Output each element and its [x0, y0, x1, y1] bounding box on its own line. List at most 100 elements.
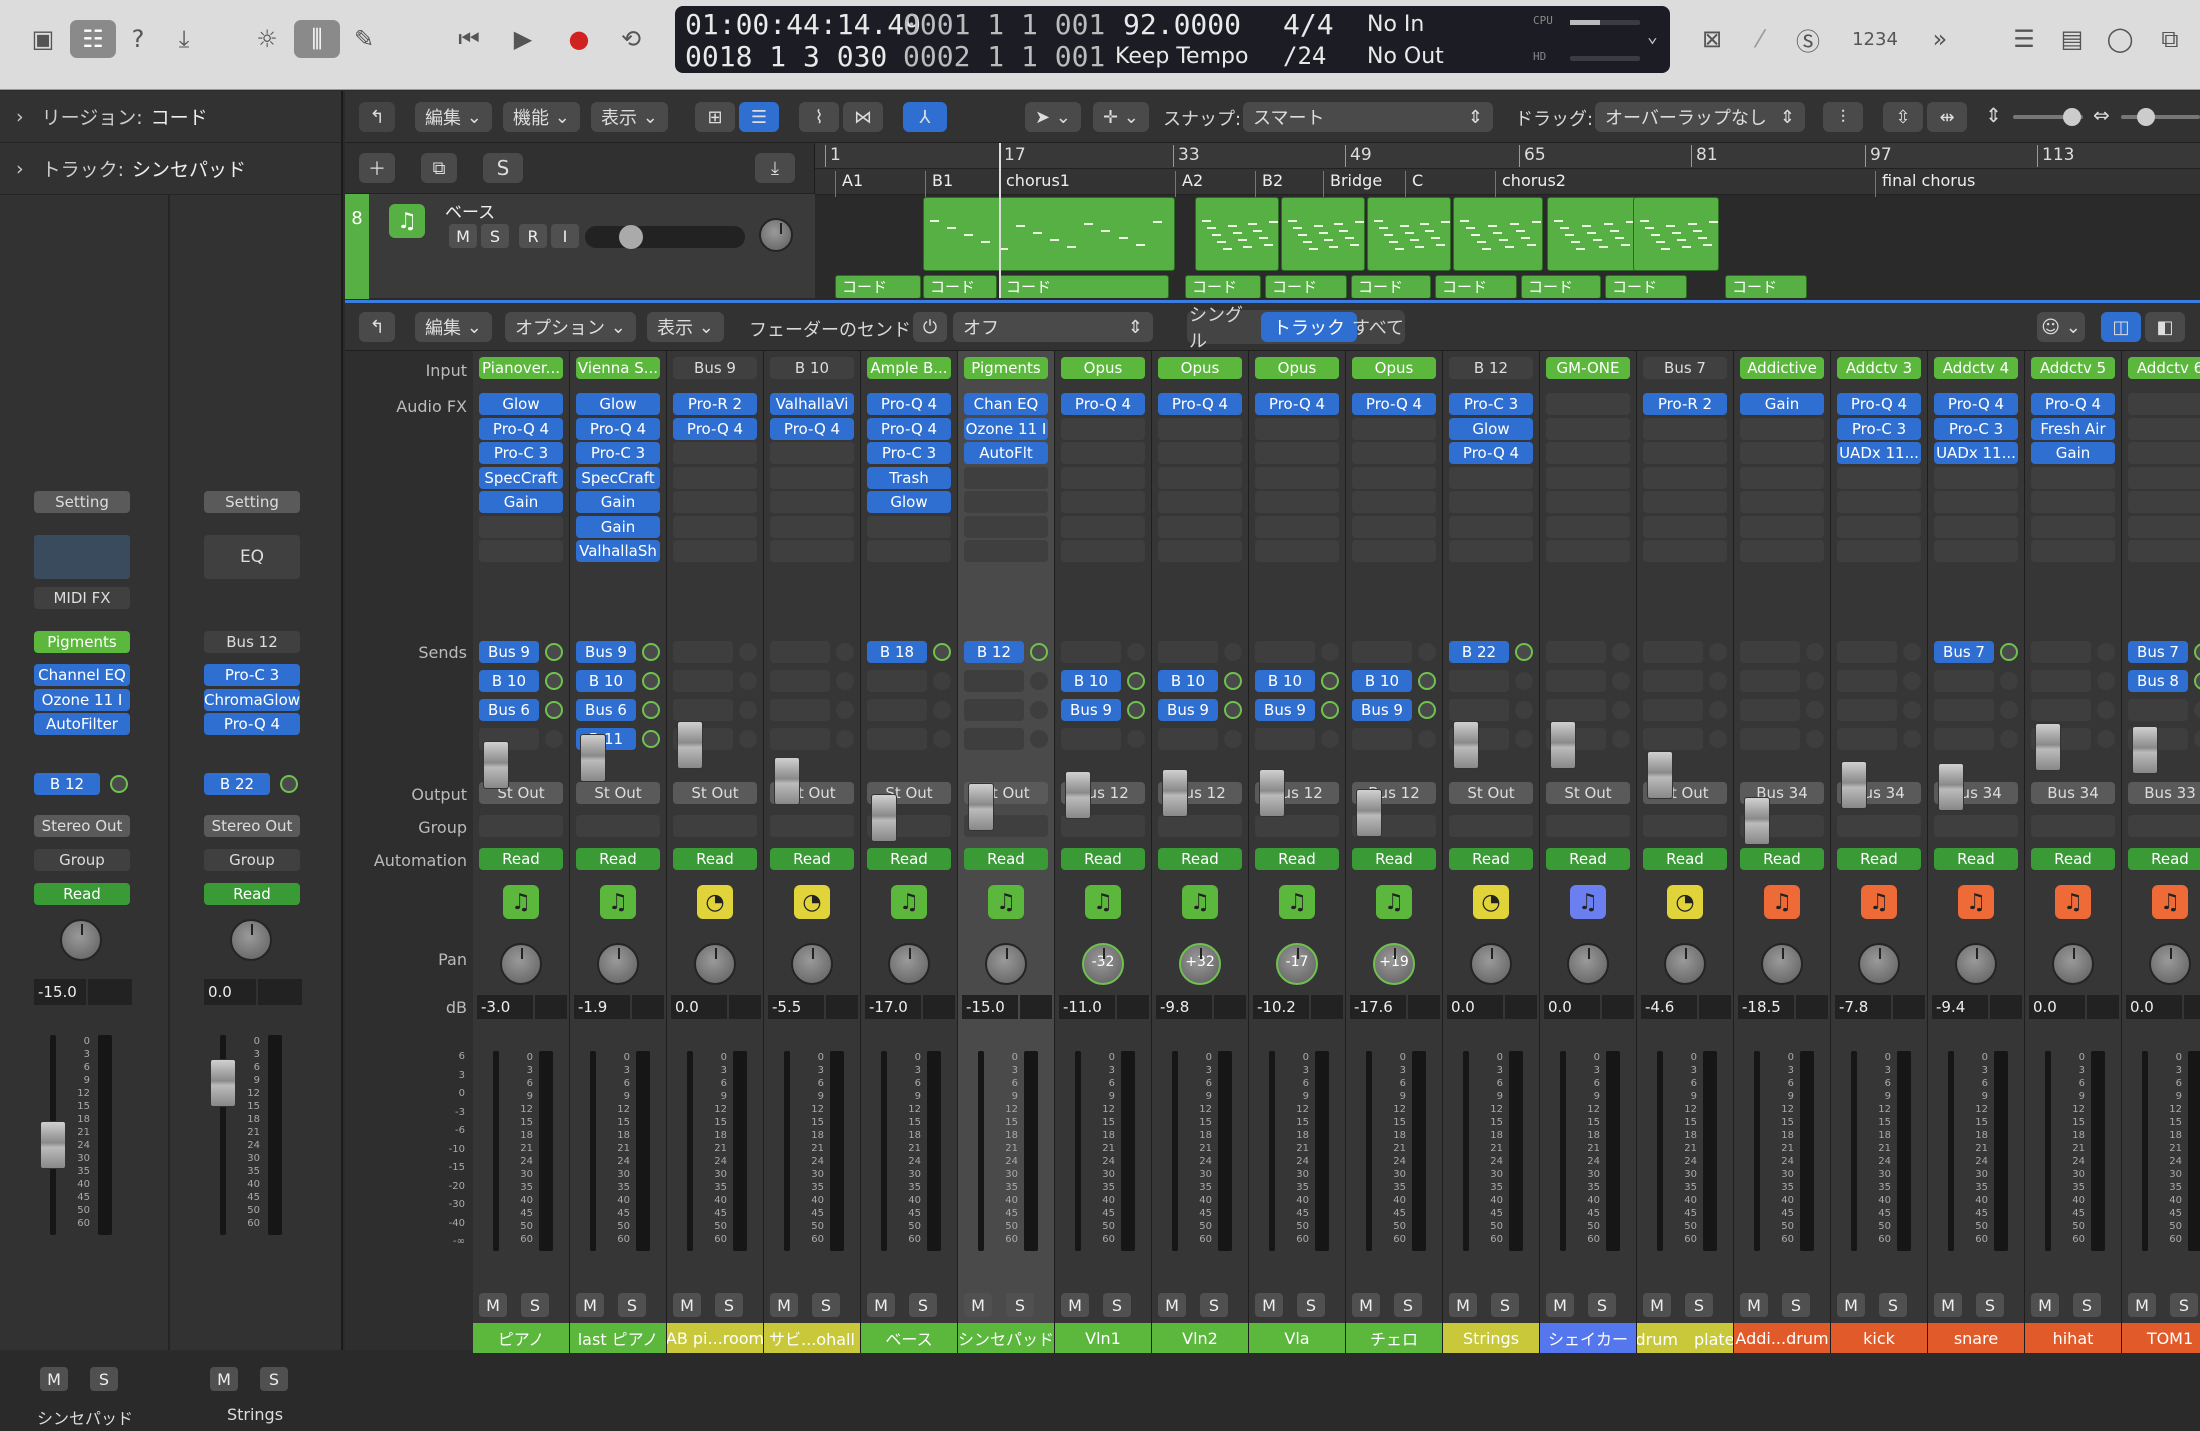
- chord-region[interactable]: コード: [835, 275, 921, 298]
- empty-fx-slot[interactable]: [1546, 491, 1630, 513]
- send-level-knob[interactable]: [1127, 672, 1145, 690]
- audio-fx-slot[interactable]: ValhallaVi: [770, 393, 854, 415]
- audio-fx-slot[interactable]: AutoFlt: [964, 442, 1048, 464]
- empty-fx-slot[interactable]: [770, 442, 854, 464]
- send-level-knob[interactable]: [1030, 672, 1048, 690]
- automation-mode[interactable]: Read: [1934, 848, 2018, 870]
- volume-fader[interactable]: [483, 741, 509, 789]
- solo-button[interactable]: S: [909, 1293, 937, 1317]
- empty-fx-slot[interactable]: [1352, 466, 1436, 489]
- more-options-icon[interactable]: ☺ ⌄: [2037, 312, 2085, 342]
- empty-fx-slot[interactable]: [1837, 466, 1921, 489]
- audio-fx-slot[interactable]: SpecCraft: [479, 466, 563, 489]
- horizontal-zoom-slider[interactable]: [2121, 108, 2200, 126]
- empty-fx-slot[interactable]: [1255, 491, 1339, 513]
- send-slot[interactable]: Bus 9: [479, 641, 539, 663]
- send-level-knob[interactable]: [1515, 672, 1533, 690]
- empty-fx-slot[interactable]: [1352, 540, 1436, 562]
- empty-fx-slot[interactable]: [479, 515, 563, 538]
- audio-fx-slot[interactable]: AutoFilter: [34, 713, 130, 735]
- send-slot[interactable]: Bus 7: [2128, 641, 2188, 663]
- automation-mode[interactable]: Read: [2128, 848, 2200, 870]
- mute-button[interactable]: M: [1643, 1293, 1671, 1317]
- playhead[interactable]: [999, 143, 1001, 298]
- solo-button[interactable]: S: [260, 1367, 288, 1391]
- send-slot[interactable]: Bus 7: [1934, 641, 1994, 663]
- send-level-knob[interactable]: [545, 672, 563, 690]
- group-slot[interactable]: [1255, 815, 1339, 837]
- empty-send-slot[interactable]: [1643, 728, 1703, 750]
- empty-fx-slot[interactable]: [1934, 515, 2018, 538]
- pencil-tool[interactable]: ✛ ⌄: [1093, 102, 1149, 132]
- audio-fx-slot[interactable]: Glow: [479, 393, 563, 415]
- audio-fx-slot[interactable]: Pro-Q 4: [1352, 393, 1436, 415]
- track-header-bass[interactable]: 8 ♫ ベース M S R I: [345, 193, 815, 299]
- marker[interactable]: A1: [835, 171, 863, 197]
- notepad-icon[interactable]: ▤: [2052, 20, 2092, 58]
- mixer-back-icon[interactable]: ↰: [359, 312, 395, 342]
- rewind-icon[interactable]: ⏮: [446, 20, 492, 58]
- empty-send-slot[interactable]: [1546, 641, 1606, 663]
- volume-value[interactable]: -1.9: [574, 995, 630, 1019]
- automation-mode[interactable]: Read: [576, 848, 660, 870]
- empty-fx-slot[interactable]: [2128, 540, 2200, 562]
- send-level-knob[interactable]: [2097, 643, 2115, 661]
- empty-send-slot[interactable]: [1837, 641, 1897, 663]
- empty-fx-slot[interactable]: [1546, 466, 1630, 489]
- smart-controls-icon[interactable]: ☼: [244, 20, 290, 58]
- empty-fx-slot[interactable]: [2031, 515, 2115, 538]
- send-level-knob[interactable]: [110, 775, 128, 793]
- empty-send-slot[interactable]: [1643, 699, 1703, 721]
- output-slot[interactable]: St Out: [1449, 782, 1533, 804]
- empty-send-slot[interactable]: [673, 699, 733, 721]
- track-name-label[interactable]: Vla: [1249, 1323, 1345, 1353]
- empty-fx-slot[interactable]: [1255, 515, 1339, 538]
- volume-value[interactable]: -11.0: [1059, 995, 1115, 1019]
- solo-button[interactable]: S: [1006, 1293, 1034, 1317]
- replace-icon[interactable]: ⊠: [1692, 20, 1732, 58]
- send-level-knob[interactable]: [836, 672, 854, 690]
- chord-region[interactable]: コード: [1351, 275, 1431, 298]
- track-name-label[interactable]: ベース: [861, 1323, 957, 1353]
- empty-send-slot[interactable]: [770, 670, 830, 692]
- send-level-knob[interactable]: [1321, 643, 1339, 661]
- send-slot[interactable]: B 22: [1449, 641, 1509, 663]
- back-icon[interactable]: ↰: [359, 102, 395, 132]
- send-level-knob[interactable]: [933, 643, 951, 661]
- empty-fx-slot[interactable]: [2031, 540, 2115, 562]
- send-level-knob[interactable]: [2194, 701, 2200, 719]
- empty-fx-slot[interactable]: [1643, 491, 1727, 513]
- output-slot[interactable]: Stereo Out: [34, 815, 130, 837]
- empty-fx-slot[interactable]: [964, 491, 1048, 513]
- audio-fx-slot[interactable]: Trash: [867, 466, 951, 489]
- empty-send-slot[interactable]: [770, 728, 830, 750]
- send-level-knob[interactable]: [545, 701, 563, 719]
- volume-value[interactable]: -3.0: [477, 995, 533, 1019]
- audio-fx-slot[interactable]: Pro-C 3: [1449, 393, 1533, 415]
- empty-fx-slot[interactable]: [1255, 417, 1339, 440]
- loops-icon[interactable]: ◯: [2100, 20, 2140, 58]
- empty-send-slot[interactable]: [2031, 699, 2091, 721]
- output-slot[interactable]: St Out: [673, 782, 757, 804]
- lcd-display[interactable]: 01:00:44:14.49 0001 1 1 001 92.0000 4/4 …: [675, 6, 1670, 73]
- empty-fx-slot[interactable]: [673, 540, 757, 562]
- marker[interactable]: B1: [925, 171, 953, 197]
- wide-strips-icon[interactable]: ◫: [2101, 312, 2141, 342]
- eq-thumbnail[interactable]: [34, 535, 130, 579]
- empty-send-slot[interactable]: [1643, 670, 1703, 692]
- pan-knob[interactable]: [1470, 943, 1512, 985]
- pointer-tool[interactable]: ➤ ⌄: [1025, 102, 1081, 132]
- empty-fx-slot[interactable]: [2128, 466, 2200, 489]
- mute-button[interactable]: M: [1449, 1293, 1477, 1317]
- midi-region[interactable]: [1367, 197, 1451, 271]
- midi-region[interactable]: [1195, 197, 1279, 271]
- empty-send-slot[interactable]: [1934, 670, 1994, 692]
- record-icon[interactable]: ●: [556, 20, 602, 58]
- volume-fader[interactable]: [1744, 797, 1770, 845]
- audio-fx-slot[interactable]: Pro-Q 4: [1837, 393, 1921, 415]
- automation-mode[interactable]: Read: [1061, 848, 1145, 870]
- volume-value[interactable]: -9.4: [1932, 995, 1988, 1019]
- send-slot[interactable]: Bus 9: [1352, 699, 1412, 721]
- track-name-label[interactable]: サビ...ohall: [764, 1323, 860, 1353]
- automation-mode[interactable]: Read: [1352, 848, 1436, 870]
